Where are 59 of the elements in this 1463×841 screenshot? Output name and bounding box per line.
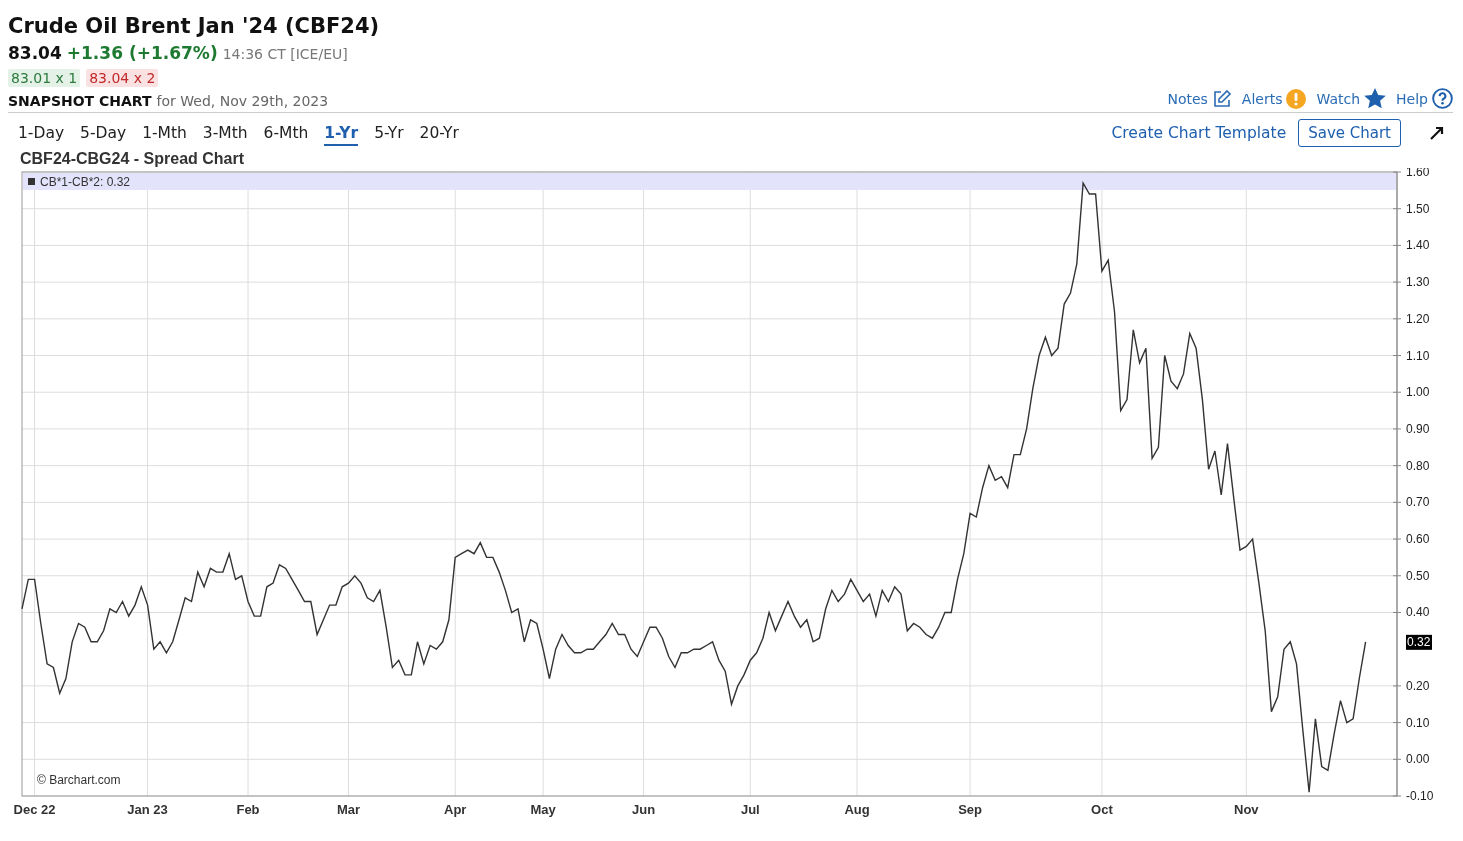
bid-quote: 83.01 x 1 xyxy=(8,69,81,87)
y-tick-label: 0.40 xyxy=(1406,605,1430,620)
chart-title: CBF24-CBG24 - Spread Chart xyxy=(20,150,246,168)
header-link[interactable]: Alerts xyxy=(1241,90,1283,107)
period-tab[interactable]: 1-Mth xyxy=(142,120,187,146)
legend: CB*1-CB*2: 0.32 xyxy=(23,173,1396,190)
header-link[interactable]: Notes xyxy=(1167,90,1208,107)
y-tick-label: 0.20 xyxy=(1406,678,1430,693)
y-tick-label: 1.00 xyxy=(1406,385,1430,400)
x-tick-label: Aug xyxy=(844,802,870,817)
last-price: 83.04 xyxy=(8,42,62,65)
x-tick-label: Jan 23 xyxy=(127,802,168,817)
period-tab[interactable]: 6-Mth xyxy=(263,120,309,146)
period-tab[interactable]: 1-Yr xyxy=(324,120,359,146)
x-tick-label: Sep xyxy=(958,802,982,817)
y-tick-label: 0.00 xyxy=(1406,752,1430,767)
y-tick-label: 0.10 xyxy=(1406,715,1430,730)
instrument-title: Crude Oil Brent Jan '24 (CBF24) xyxy=(8,13,381,40)
x-tick-label: Dec 22 xyxy=(13,802,56,817)
y-tick-label: 0.90 xyxy=(1406,421,1430,436)
snapshot-date: for Wed, Nov 29th, 2023 xyxy=(156,93,329,109)
y-tick-label: 0.50 xyxy=(1406,568,1430,583)
snapshot-label: SNAPSHOT CHART xyxy=(8,93,152,109)
chart-credit: © Barchart.com xyxy=(37,773,121,787)
ask-quote: 83.04 x 2 xyxy=(86,69,159,87)
expand-arrow-icon[interactable] xyxy=(1429,125,1445,141)
price-change: +1.36 (+1.67%) xyxy=(66,42,218,65)
y-tick-label: -0.10 xyxy=(1406,789,1434,803)
x-tick-label: Jul xyxy=(740,802,760,817)
help-icon[interactable] xyxy=(1432,88,1453,109)
y-tick-label: 0.60 xyxy=(1406,532,1430,547)
x-tick-label: Feb xyxy=(236,802,260,817)
x-tick-label: May xyxy=(530,802,556,817)
y-tick-label: 1.60 xyxy=(1406,168,1430,179)
star-icon[interactable] xyxy=(1364,88,1387,109)
y-tick-label: 0.80 xyxy=(1406,458,1430,473)
edit-icon[interactable] xyxy=(1211,88,1232,109)
period-tab[interactable]: 3-Mth xyxy=(202,120,248,146)
x-tick-label: Nov xyxy=(1234,802,1259,817)
period-tab[interactable]: 5-Day xyxy=(80,120,127,146)
period-tab[interactable]: 1-Day xyxy=(18,120,65,146)
period-tab[interactable]: 20-Yr xyxy=(419,120,459,146)
y-tick-label: 1.50 xyxy=(1406,201,1430,216)
y-tick-label: 0.70 xyxy=(1406,495,1430,510)
x-tick-label: Oct xyxy=(1091,802,1113,817)
y-tick-label: 1.20 xyxy=(1406,311,1430,326)
save-chart-button[interactable]: Save Chart xyxy=(1298,119,1401,147)
create-template-link[interactable]: Create Chart Template xyxy=(1111,124,1287,142)
x-tick-label: Mar xyxy=(336,802,361,817)
y-tick-label: 1.30 xyxy=(1406,275,1430,290)
quote-time: 14:36 CT [ICE/EU] xyxy=(222,45,348,64)
header-link[interactable]: Watch xyxy=(1316,90,1361,107)
x-tick-label: Jun xyxy=(632,802,656,817)
y-tick-label: 1.40 xyxy=(1406,238,1430,253)
last-value-flag: 0.32 xyxy=(1406,634,1432,650)
period-tab[interactable]: 5-Yr xyxy=(374,120,404,146)
y-tick-label: 1.10 xyxy=(1406,348,1430,363)
header-link[interactable]: Help xyxy=(1396,90,1428,107)
x-tick-label: Apr xyxy=(444,802,467,817)
